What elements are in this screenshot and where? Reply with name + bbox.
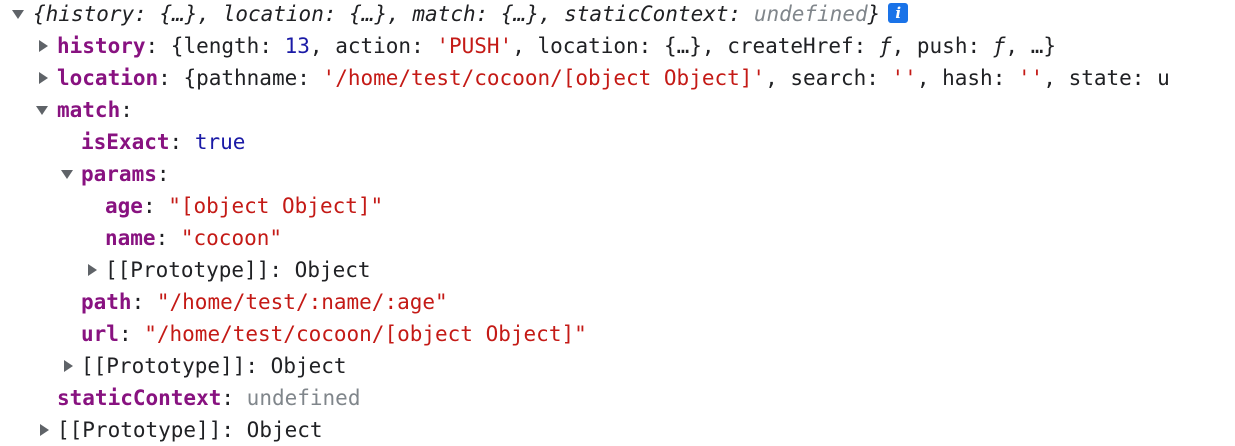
match-entry: match:	[57, 98, 133, 122]
info-icon[interactable]: i	[888, 3, 909, 23]
params-entry: params:	[81, 162, 170, 186]
root-preview: {history: {…}, location: {…}, match: {…}…	[33, 0, 909, 30]
match-prototype-entry: [[Prototype]]: Object	[81, 354, 347, 378]
history-entry: history: {length: 13, action: 'PUSH', lo…	[57, 34, 1057, 58]
expand-triangle-icon[interactable]	[37, 30, 49, 62]
collapse-triangle-icon[interactable]	[36, 94, 48, 126]
isexact-entry: isExact: true	[81, 130, 246, 154]
location-entry: location: {pathname: '/home/test/cocoon/…	[57, 66, 1170, 90]
staticcontext-entry: staticContext: undefined	[57, 386, 361, 410]
url-entry: url: "/home/test/cocoon/[object Object]"	[81, 322, 587, 346]
path-entry: path: "/home/test/:name/:age"	[81, 290, 448, 314]
expand-triangle-icon[interactable]	[37, 62, 49, 94]
expand-triangle-icon[interactable]	[38, 414, 50, 446]
collapse-triangle-icon[interactable]	[12, 0, 24, 30]
expand-triangle-icon[interactable]	[62, 350, 74, 382]
collapse-triangle-icon[interactable]	[61, 158, 73, 190]
name-entry: name: "cocoon"	[105, 226, 283, 250]
age-entry: age: "[object Object]"	[105, 194, 384, 218]
expand-triangle-icon[interactable]	[86, 254, 98, 286]
params-prototype-entry: [[Prototype]]: Object	[105, 258, 371, 282]
root-prototype-entry: [[Prototype]]: Object	[57, 418, 323, 442]
